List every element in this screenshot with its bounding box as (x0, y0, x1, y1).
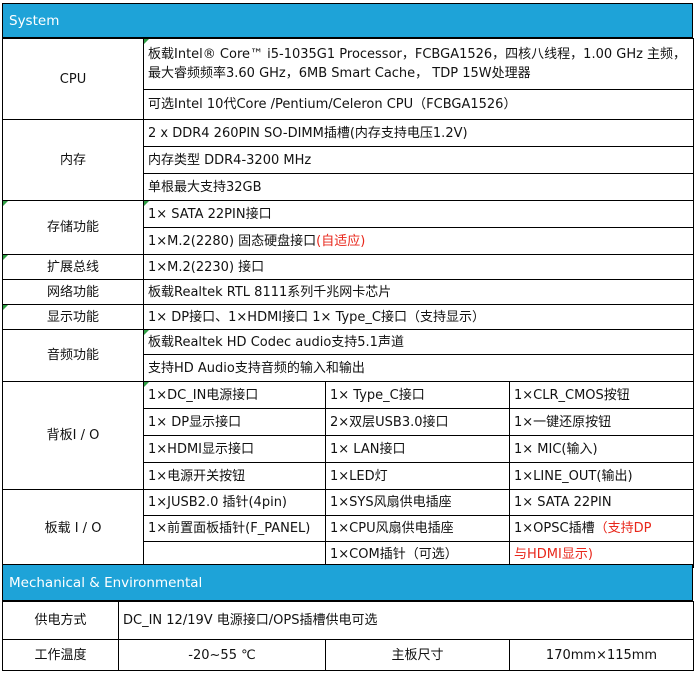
storage-m2-note: (自适应) (316, 233, 366, 249)
system-spec-table: CPU 板载Intel® Core™ i5-1035G1 Processor，F… (2, 38, 694, 568)
rear-io-cell: 1×HDMI显示接口 (143, 435, 326, 463)
memory-label: 内存 (2, 119, 144, 201)
onboard-io-label: 板载 I / O (2, 489, 144, 568)
expansion-value: 1×M.2(2230) 接口 (143, 254, 694, 280)
audio-codec: 板载Realtek HD Codec audio支持5.1声道 (143, 329, 694, 355)
mechanical-section-title: Mechanical & Environmental (9, 574, 203, 591)
audio-label: 音频功能 (2, 329, 144, 382)
board-size-label: 主板尺寸 (325, 639, 510, 671)
network-value: 板载Realtek RTL 8111系列千兆网卡芯片 (143, 279, 694, 305)
storage-label: 存储功能 (2, 200, 144, 255)
spec-sheet: System CPU 板载Intel® Core™ i5-1035G1 Proc… (2, 3, 695, 671)
cpu-label: CPU (2, 38, 144, 120)
temperature-label: 工作温度 (2, 639, 119, 671)
display-value: 1× DP接口、1×HDMI接口 1× Type_C接口（支持显示） (143, 304, 694, 330)
cpu-spec-main: 板载Intel® Core™ i5-1035G1 Processor，FCBGA… (143, 38, 694, 90)
memory-type: 内存类型 DDR4-3200 MHz (143, 146, 694, 174)
rear-io-cell: 1×一键还原按钮 (509, 408, 694, 436)
onboard-io-cell: 1× SATA 22PIN (509, 489, 694, 516)
power-value: DC_IN 12/19V 电源接口/OPS插槽供电可选 (117, 601, 695, 640)
memory-slots: 2 x DDR4 260PIN SO-DIMM插槽(内存支持电压1.2V) (143, 119, 694, 147)
onboard-io-opsc-cell: 1×OPSC插槽（支持DP (509, 515, 694, 542)
rear-io-cell: 2×双层USB3.0接口 (325, 408, 510, 436)
system-section-title: System (9, 12, 60, 29)
network-label: 网络功能 (2, 279, 144, 305)
rear-io-cell: 1×LED灯 (325, 462, 510, 490)
storage-m2-text: 1×M.2(2280) 固态硬盘接口 (148, 233, 317, 249)
onboard-io-cell: 1×SYS风扇供电插座 (325, 489, 510, 516)
expansion-label: 扩展总线 (2, 254, 144, 280)
storage-sata: 1× SATA 22PIN接口 (143, 200, 694, 228)
onboard-io-cell: 1×CPU风扇供电插座 (325, 515, 510, 542)
mechanical-spec-table: 供电方式 DC_IN 12/19V 电源接口/OPS插槽供电可选 工作温度 -2… (2, 601, 695, 671)
audio-hd: 支持HD Audio支持音频的输入和输出 (143, 354, 694, 382)
rear-io-label: 背板I / O (2, 381, 144, 490)
rear-io-cell: 1× MIC(输入) (509, 435, 694, 463)
rear-io-cell: 1×LINE_OUT(输出) (509, 462, 694, 490)
onboard-io-opsc-note: （支持DP (594, 521, 652, 536)
mechanical-section-header: Mechanical & Environmental (2, 564, 693, 601)
rear-io-cell: 1× DP显示接口 (143, 408, 326, 436)
display-label: 显示功能 (2, 304, 144, 330)
board-size-value: 170mm×115mm (508, 639, 695, 671)
system-section-header: System (2, 3, 693, 38)
storage-m2: 1×M.2(2280) 固态硬盘接口(自适应) (143, 227, 694, 255)
rear-io-cell: 1× Type_C接口 (325, 381, 510, 409)
temperature-value: -20~55 ℃ (118, 639, 326, 671)
cpu-spec-optional: 可选Intel 10代Core /Pentium/Celeron CPU（FCB… (143, 89, 694, 120)
onboard-io-opsc-text: 1×OPSC插槽 (514, 521, 595, 536)
rear-io-cell: 1×DC_IN电源接口 (143, 381, 326, 409)
onboard-io-cell: 1×前置面板插针(F_PANEL) (143, 515, 326, 542)
onboard-io-cell: 1×JUSB2.0 插针(4pin) (143, 489, 326, 516)
memory-max: 单根最大支持32GB (143, 173, 694, 201)
rear-io-cell: 1×电源开关按钮 (143, 462, 326, 490)
power-label: 供电方式 (2, 601, 119, 640)
rear-io-cell: 1× LAN接口 (325, 435, 510, 463)
rear-io-cell: 1×CLR_CMOS按钮 (509, 381, 694, 409)
